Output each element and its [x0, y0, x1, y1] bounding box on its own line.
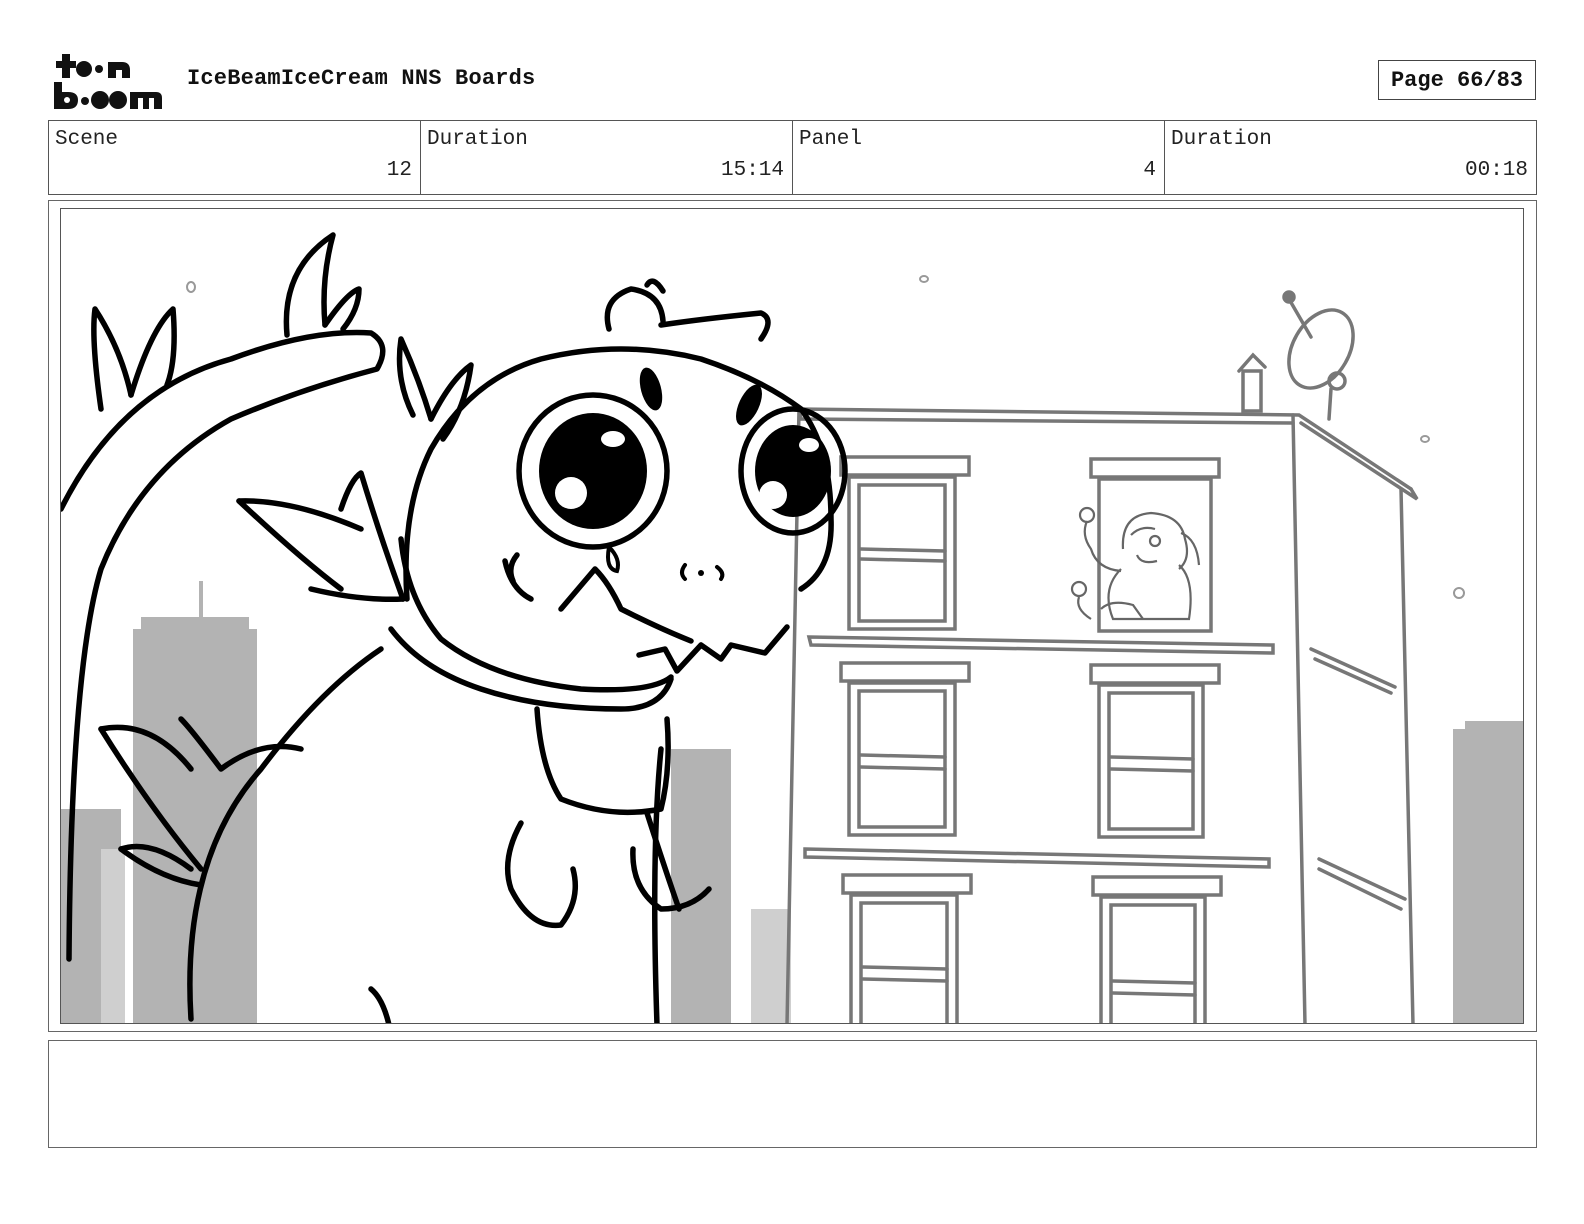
panel-duration-value: 00:18 — [1464, 159, 1528, 182]
toon-boom-logo — [52, 50, 164, 112]
panel-value: 4 — [1143, 159, 1156, 182]
scene-label: Scene — [55, 128, 119, 151]
panel-duration-label: Duration — [1171, 128, 1272, 151]
panel-illustration — [61, 232, 1523, 1023]
panel-duration-cell: Duration 00:18 — [1165, 121, 1536, 194]
window-character — [1070, 506, 1201, 621]
storyboard-panel-image — [60, 208, 1524, 1024]
project-title: IceBeamIceCream NNS Boards — [187, 66, 536, 91]
panel-cell: Panel 4 — [793, 121, 1165, 194]
notes-box — [48, 1040, 1537, 1148]
apartment-building — [785, 290, 1419, 1023]
scene-info-row: Scene 12 Duration 15:14 Panel 4 Duration… — [48, 120, 1537, 195]
scene-value: 12 — [386, 159, 412, 182]
scene-cell: Scene 12 — [49, 121, 421, 194]
sky-specks — [186, 275, 1465, 599]
scene-duration-cell: Duration 15:14 — [421, 121, 793, 194]
panel-label: Panel — [799, 128, 863, 151]
scene-duration-label: Duration — [427, 128, 528, 151]
scene-duration-value: 15:14 — [720, 159, 784, 182]
page-indicator: Page 66/83 — [1378, 60, 1536, 100]
